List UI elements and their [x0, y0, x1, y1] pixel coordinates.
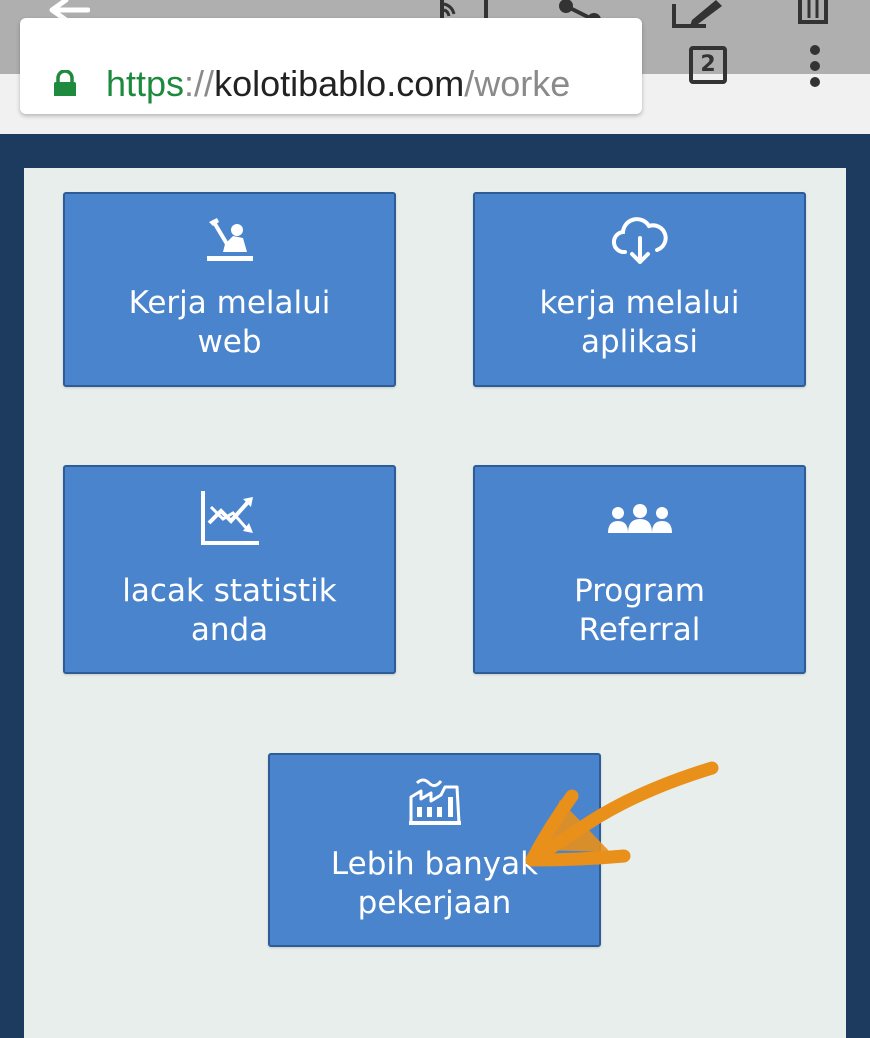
lock-icon — [54, 70, 76, 96]
tile-referral[interactable]: Program Referral — [473, 465, 806, 674]
people-group-icon — [607, 504, 672, 533]
tile-label: Referral — [578, 612, 701, 648]
url-separator: :// — [184, 63, 215, 104]
delete-icon[interactable] — [796, 0, 830, 26]
tile-label: aplikasi — [580, 324, 699, 360]
url-text[interactable]: https://kolotibablo.com/worke — [54, 62, 570, 106]
tile-work-app[interactable]: kerja melalui aplikasi — [473, 192, 806, 387]
url-host: kolotibablo.com — [214, 63, 465, 104]
url-fade — [602, 58, 642, 108]
tile-label: Lebih banyak — [330, 846, 539, 882]
tile-label: Kerja melalui — [128, 285, 331, 321]
tile-label: pekerjaan — [357, 885, 512, 921]
overflow-menu-icon[interactable] — [808, 44, 822, 88]
address-bar[interactable]: https://kolotibablo.com/worke — [20, 18, 642, 114]
factory-icon — [408, 778, 461, 825]
url-scheme: https — [106, 63, 185, 104]
tile-label: anda — [190, 612, 269, 648]
tile-statistics[interactable]: lacak statistik anda — [63, 465, 396, 674]
tile-work-web[interactable]: Kerja melalui web — [63, 192, 396, 387]
worker-hammer-icon — [206, 218, 253, 261]
tile-label: Program — [574, 573, 705, 609]
browser-toolbar: https://kolotibablo.com/worke 2 — [0, 0, 870, 134]
edit-icon[interactable] — [670, 0, 724, 30]
tile-more-work[interactable]: Lebih banyak pekerjaan — [268, 753, 601, 947]
tab-switcher-button[interactable]: 2 — [689, 46, 727, 84]
tile-label: lacak statistik — [122, 573, 337, 609]
tile-label: kerja melalui — [539, 285, 740, 321]
stats-chart-icon — [200, 491, 259, 545]
cloud-download-icon — [611, 217, 668, 264]
url-path: /worke — [464, 63, 571, 104]
tile-label: web — [197, 324, 262, 360]
